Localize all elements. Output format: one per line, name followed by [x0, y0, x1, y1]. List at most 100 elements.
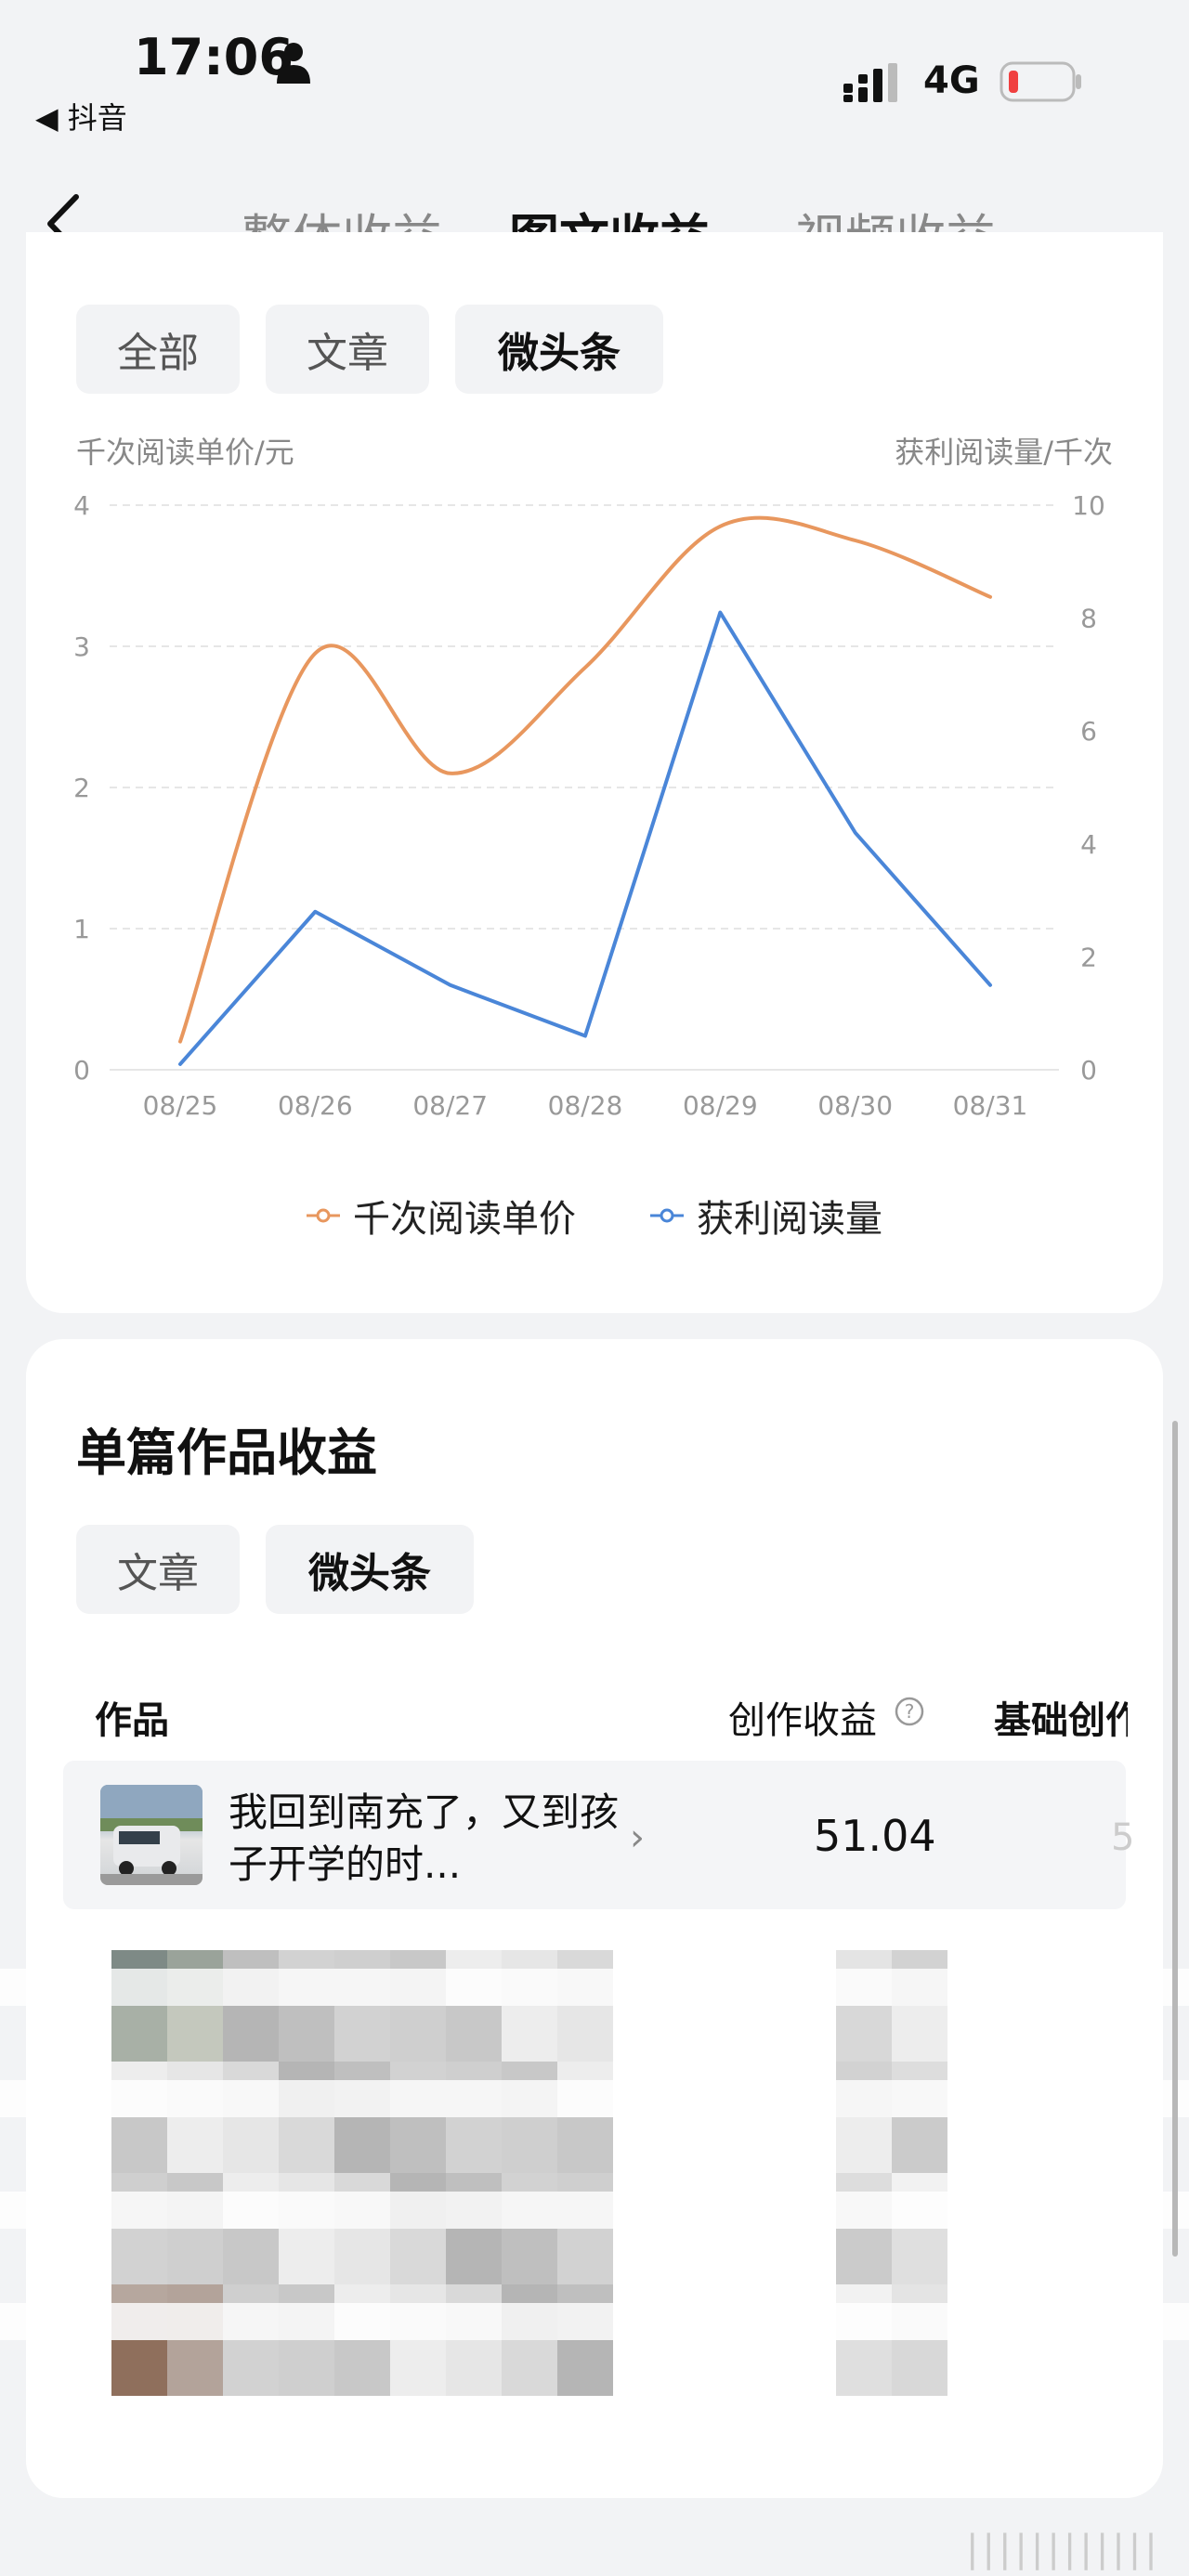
y-right-tick-label: 2 — [1080, 942, 1097, 972]
svg-text:?: ? — [905, 1700, 915, 1723]
x-tick-label: 08/31 — [953, 1090, 1028, 1121]
series-line-1 — [178, 610, 992, 1066]
mosaic-tile — [446, 2229, 502, 2284]
legend-label-price: 千次阅读单价 — [353, 1198, 576, 1241]
status-bar: 17:06 ◀ 抖音 4G — [0, 0, 1189, 149]
blur-stripe — [0, 2303, 1189, 2340]
mosaic-tile — [111, 2117, 167, 2173]
blur-stripe — [0, 1969, 1189, 2006]
mosaic-tile — [334, 2340, 390, 2396]
mosaic-tile — [836, 2117, 892, 2173]
y-right-tick-label: 0 — [1080, 1055, 1097, 1086]
mosaic-tile — [836, 2340, 892, 2396]
section-chip-article[interactable]: 文章 — [76, 1525, 240, 1614]
y-left-tick-label: 2 — [73, 773, 90, 803]
legend-item-reads: 获利阅读量 — [650, 1189, 882, 1242]
mosaic-tile — [334, 2006, 390, 2062]
x-tick-label: 08/29 — [683, 1090, 758, 1121]
col-header-basic: 基础创作 — [994, 1699, 1128, 1742]
col-header-earnings[interactable]: 创作收益 — [728, 1690, 877, 1744]
mosaic-tile — [223, 2340, 279, 2396]
y-left-tick-label: 3 — [73, 631, 90, 662]
mosaic-tile — [446, 2117, 502, 2173]
mosaic-tile — [502, 2006, 557, 2062]
mosaic-tile — [390, 2340, 446, 2396]
section-title: 单篇作品收益 — [76, 1424, 377, 1482]
home-indicator: |||||||||||| — [966, 2528, 1161, 2570]
help-icon[interactable]: ? — [894, 1696, 925, 1727]
article-title[interactable]: 我回到南充了，又到孩子开学的时... — [229, 1787, 619, 1891]
mosaic-tile — [334, 2229, 390, 2284]
battery-icon — [1000, 61, 1081, 102]
legend-blue-marker-icon — [650, 1208, 684, 1223]
mosaic-tile — [167, 2117, 223, 2173]
mosaic-tile — [557, 2117, 613, 2173]
filter-chip-micro[interactable]: 微头条 — [455, 305, 663, 394]
legend-item-price: 千次阅读单价 — [307, 1189, 576, 1242]
back-to-app-link[interactable]: ◀ 抖音 — [35, 95, 127, 137]
mosaic-tile — [557, 2340, 613, 2396]
signal-icon — [843, 63, 897, 102]
person-icon — [277, 43, 310, 84]
mosaic-tile — [892, 2340, 947, 2396]
mosaic-tile — [279, 2229, 334, 2284]
x-tick-label: 08/25 — [143, 1090, 218, 1121]
mosaic-tile — [167, 2340, 223, 2396]
chevron-right-icon[interactable]: › — [630, 1816, 645, 1859]
filter-chip-article[interactable]: 文章 — [266, 305, 429, 394]
mosaic-tile — [836, 2006, 892, 2062]
network-type: 4G — [923, 59, 980, 102]
y-right-tick-label: 4 — [1080, 829, 1097, 860]
mosaic-tile — [502, 2340, 557, 2396]
y-right-tick-label: 8 — [1080, 604, 1097, 634]
x-tick-label: 08/28 — [548, 1090, 623, 1121]
mosaic-tile — [223, 2006, 279, 2062]
legend-orange-marker-icon — [307, 1208, 340, 1223]
mosaic-tile — [446, 2340, 502, 2396]
mosaic-tile — [223, 2117, 279, 2173]
status-time: 17:06 — [134, 28, 294, 86]
mosaic-tile — [836, 2229, 892, 2284]
col-header-works: 作品 — [95, 1699, 169, 1742]
x-tick-label: 08/26 — [278, 1090, 353, 1121]
earnings-line-chart: 43210108642008/25 08/26 08/27 08/28 08/29 08/… — [73, 490, 1105, 1121]
legend-label-reads: 获利阅读量 — [697, 1198, 882, 1241]
y-left-tick-label: 4 — [73, 490, 90, 521]
mosaic-tile — [279, 2117, 334, 2173]
article-earnings-value: 51.04 — [814, 1811, 936, 1861]
mosaic-tile — [111, 2229, 167, 2284]
mosaic-tile — [892, 2117, 947, 2173]
mosaic-tile — [111, 2340, 167, 2396]
mosaic-tile — [167, 2006, 223, 2062]
mosaic-tile — [111, 2006, 167, 2062]
mosaic-tile — [446, 2006, 502, 2062]
article-thumbnail — [100, 1785, 203, 1885]
mosaic-tile — [502, 2229, 557, 2284]
pixelated-content — [0, 1932, 1189, 2414]
y-left-tick-label: 0 — [73, 1055, 90, 1086]
x-tick-label: 08/27 — [412, 1090, 488, 1121]
scrollbar[interactable] — [1172, 1421, 1178, 2257]
mosaic-tile — [390, 2229, 446, 2284]
mosaic-tile — [279, 2340, 334, 2396]
mosaic-tile — [892, 2229, 947, 2284]
mosaic-tile — [892, 2006, 947, 2062]
y-right-tick-label: 6 — [1080, 716, 1097, 747]
blur-stripe — [0, 2080, 1189, 2117]
mosaic-tile — [390, 2117, 446, 2173]
basic-earnings-value-cut: 5 — [1111, 1816, 1135, 1859]
mosaic-tile — [557, 2229, 613, 2284]
y-right-tick-label: 10 — [1072, 490, 1105, 521]
y-left-tick-label: 1 — [73, 914, 90, 944]
mosaic-tile — [279, 2006, 334, 2062]
series-line-0 — [178, 515, 992, 1044]
filter-chip-all[interactable]: 全部 — [76, 305, 240, 394]
mosaic-tile — [557, 2006, 613, 2062]
mosaic-tile — [502, 2117, 557, 2173]
blur-stripe — [0, 2192, 1189, 2229]
mosaic-tile — [334, 2117, 390, 2173]
x-tick-label: 08/30 — [817, 1090, 893, 1121]
section-chip-micro[interactable]: 微头条 — [266, 1525, 474, 1614]
mosaic-tile — [223, 2229, 279, 2284]
mosaic-tile — [390, 2006, 446, 2062]
